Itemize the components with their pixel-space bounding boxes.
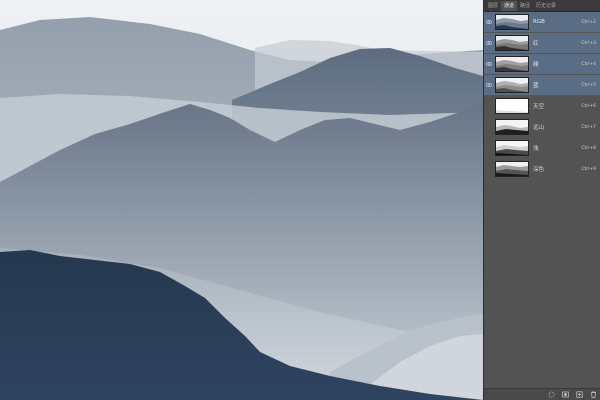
visibility-toggle-empty[interactable]	[484, 138, 493, 158]
visibility-toggle-empty[interactable]	[484, 96, 493, 116]
visibility-eye-icon[interactable]	[484, 33, 493, 53]
tab-layers[interactable]: 图层	[485, 1, 501, 11]
document-canvas[interactable]	[0, 0, 483, 400]
channel-shortcut: Ctrl+4	[581, 61, 596, 67]
channel-name: 深色	[533, 167, 545, 173]
mountain-landscape-image	[0, 0, 483, 400]
visibility-eye-icon[interactable]	[484, 12, 493, 32]
channel-thumbnail	[495, 77, 529, 93]
visibility-eye-icon[interactable]	[484, 75, 493, 95]
channel-thumbnail	[495, 140, 529, 156]
channel-thumbnail	[495, 14, 529, 30]
channel-list: RGB Ctrl+2 红 Ctrl+3 绿 Ctrl+4 蓝 Ctrl+5 天空…	[484, 12, 600, 180]
channel-thumbnail	[495, 119, 529, 135]
tab-history[interactable]: 历史记录	[533, 1, 559, 11]
channel-name: 蓝	[533, 83, 539, 89]
visibility-toggle-empty[interactable]	[484, 159, 493, 179]
channel-row-green[interactable]: 绿 Ctrl+4	[484, 54, 600, 74]
channel-row-sky[interactable]: 天空 Ctrl+6	[484, 96, 600, 116]
channel-thumbnail	[495, 56, 529, 72]
channel-shortcut: Ctrl+2	[581, 19, 596, 25]
channel-shortcut: Ctrl+8	[581, 145, 596, 151]
dotted-circle-icon[interactable]	[548, 391, 555, 398]
channel-shortcut: Ctrl+9	[581, 166, 596, 172]
panel-bottom-toolbar	[484, 388, 600, 400]
channel-shortcut: Ctrl+5	[581, 82, 596, 88]
channel-row-far-mountain[interactable]: 远山 Ctrl+7	[484, 117, 600, 137]
channel-row-red[interactable]: 红 Ctrl+3	[484, 33, 600, 53]
new-channel-icon[interactable]	[576, 391, 583, 398]
visibility-eye-icon[interactable]	[484, 54, 493, 74]
channel-name: 绿	[533, 62, 539, 68]
tab-paths[interactable]: 路径	[517, 1, 533, 11]
channel-shortcut: Ctrl+7	[581, 124, 596, 130]
trash-icon[interactable]	[590, 391, 597, 398]
channel-name: 红	[533, 41, 539, 47]
channel-row-dark[interactable]: 深色 Ctrl+9	[484, 159, 600, 179]
channel-name: RGB	[533, 19, 545, 25]
mask-icon[interactable]	[562, 391, 569, 398]
channel-thumbnail	[495, 161, 529, 177]
channel-name: 远山	[533, 125, 545, 131]
channel-thumbnail	[495, 98, 529, 114]
channel-row-blue[interactable]: 蓝 Ctrl+5	[484, 75, 600, 95]
visibility-toggle-empty[interactable]	[484, 117, 493, 137]
channel-row-light[interactable]: 浅 Ctrl+8	[484, 138, 600, 158]
channel-shortcut: Ctrl+6	[581, 103, 596, 109]
channels-panel: 图层 通道 路径 历史记录 RGB Ctrl+2 红 Ctrl+3 绿 Ctrl…	[483, 0, 600, 400]
channel-thumbnail	[495, 35, 529, 51]
channel-name: 天空	[533, 104, 545, 110]
channel-name: 浅	[533, 146, 539, 152]
tab-channels[interactable]: 通道	[501, 1, 518, 11]
panel-tab-bar: 图层 通道 路径 历史记录	[484, 0, 600, 12]
channel-shortcut: Ctrl+3	[581, 40, 596, 46]
channel-row-rgb[interactable]: RGB Ctrl+2	[484, 12, 600, 32]
